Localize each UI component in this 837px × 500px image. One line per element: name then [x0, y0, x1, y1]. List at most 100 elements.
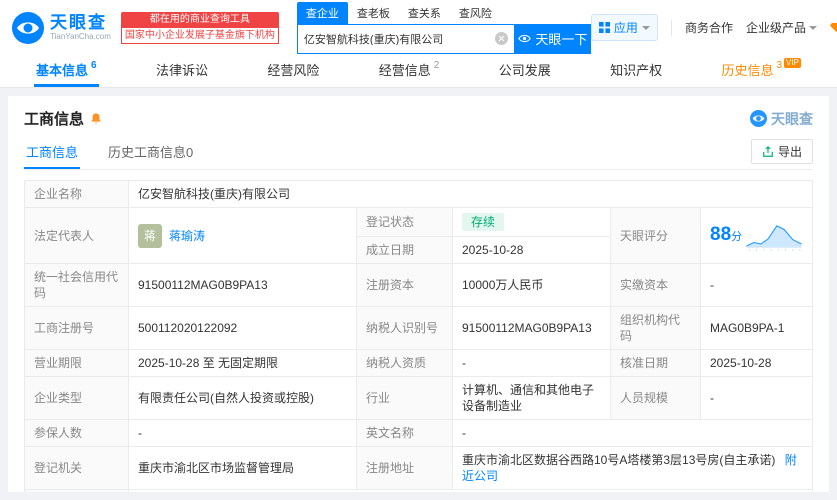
monitor-bell-icon[interactable]	[89, 112, 103, 126]
staff-size-value: -	[700, 376, 813, 420]
export-button[interactable]: 导出	[750, 139, 813, 164]
chevron-down-icon	[808, 25, 817, 34]
open-vip-link[interactable]: 开通会员	[830, 19, 837, 36]
field-label: 核准日期	[610, 349, 701, 377]
insured-count-value: -	[128, 419, 357, 447]
field-label: 参保人数	[24, 419, 129, 447]
logo-subtext: TianYanCha.com	[50, 32, 111, 41]
search-box	[296, 23, 515, 54]
table-row: 企业名称 亿安智航科技(重庆)有限公司	[24, 180, 813, 208]
field-label: 注册地址	[356, 446, 453, 490]
search-tab-boss[interactable]: 查老板	[348, 2, 399, 24]
field-label: 天眼评分	[610, 207, 701, 264]
subtab-count: 0	[186, 145, 194, 160]
field-label: 成立日期	[356, 236, 453, 264]
reg-number-value: 500112020122092	[128, 306, 357, 350]
field-label: 纳税人识别号	[356, 306, 453, 350]
taxpayer-quali-value: -	[452, 349, 611, 377]
tab-label: 经营风险	[267, 63, 320, 78]
watermark-logo-icon	[750, 110, 767, 127]
search-button[interactable]: 天眼一下	[514, 23, 591, 54]
search-button-label: 天眼一下	[535, 32, 588, 47]
promo-banner[interactable]: 都在用的商业查询工具 国家中小企业发展子基金旗下机构	[120, 11, 279, 44]
table-row: 统一社会信用代码 91500112MAG0B9PA13 注册资本 10000万人…	[24, 263, 813, 307]
subtab-business-info[interactable]: 工商信息	[24, 137, 81, 169]
tianyancha-logo-icon	[12, 11, 44, 44]
field-label: 法定代表人	[24, 207, 129, 264]
tab-operation-info[interactable]: 经营信息 2	[377, 55, 442, 87]
tab-count: 6	[91, 60, 97, 71]
tianyancha-logo[interactable]: 天眼查 TianYanCha.com	[12, 11, 111, 44]
score-trend-chart	[746, 224, 802, 250]
company-type-value: 有限责任公司(自然人投资或控股)	[128, 376, 357, 420]
table-row: 企业类型 有限责任公司(自然人投资或控股) 行业 计算机、通信和其他电子设备制造…	[24, 376, 813, 420]
business-info-card: 工商信息 天眼查 工商信息 历史工商信息0 导出 企业名称 亿安智航科技(重庆)…	[8, 96, 829, 492]
tab-intellectual-property[interactable]: 知识产权	[608, 55, 664, 87]
reg-address-value: 重庆市渝北区数据谷西路10号A塔楼第3层13号房(自主承诺)	[462, 453, 776, 467]
field-label: 登记状态	[356, 207, 453, 237]
logo-text: 天眼查	[50, 13, 107, 32]
tab-operation-risk[interactable]: 经营风险	[265, 55, 321, 87]
promo-line1: 都在用的商业查询工具	[120, 11, 279, 27]
field-label: 企业名称	[24, 180, 129, 208]
apps-menu[interactable]: 应用	[590, 14, 658, 41]
legal-rep-link[interactable]: 蒋瑜涛	[169, 228, 205, 244]
vip-diamond-icon	[830, 22, 837, 33]
tab-legal-litigation[interactable]: 法律诉讼	[154, 55, 210, 87]
subtab-label: 历史工商信息	[108, 145, 187, 160]
legal-rep-avatar: 蒋	[138, 223, 162, 248]
promo-line2: 国家中小企业发展子基金旗下机构	[120, 26, 279, 44]
field-label: 工商注册号	[24, 306, 129, 350]
field-label: 人员规模	[610, 376, 701, 420]
business-term-value: 2025-10-28 至 无固定期限	[128, 349, 357, 377]
reg-address-cell: 重庆市渝北区数据谷西路10号A塔楼第3层13号房(自主承诺) 附近公司	[452, 446, 813, 490]
tab-history-info[interactable]: 历史信息 3 VIP	[719, 55, 802, 87]
clear-search-icon[interactable]	[494, 32, 508, 45]
section-title-text: 工商信息	[24, 111, 85, 128]
tab-label: 经营信息	[378, 63, 431, 78]
field-label: 经营范围	[24, 489, 129, 492]
reg-status-cell: 存续	[452, 207, 611, 237]
enterprise-product-label: 企业级产品	[745, 21, 806, 35]
tab-company-development[interactable]: 公司发展	[497, 55, 553, 87]
company-name-value: 亿安智航科技(重庆)有限公司	[128, 180, 813, 208]
tab-count: 3	[776, 60, 783, 71]
search-tab-company[interactable]: 查企业	[296, 1, 348, 24]
search-tab-relation[interactable]: 查关系	[399, 2, 450, 24]
legal-rep-cell: 蒋 蒋瑜涛	[128, 207, 357, 264]
search-area: 查企业 查老板 查关系 查风险 天眼一下	[296, 1, 591, 54]
paid-capital-value: -	[700, 263, 813, 307]
tab-label: 历史信息	[721, 63, 774, 78]
search-input[interactable]	[303, 32, 495, 45]
tab-label: 知识产权	[610, 63, 663, 78]
reg-authority-value: 重庆市渝北区市场监督管理局	[128, 446, 357, 490]
status-badge: 存续	[462, 213, 505, 231]
table-row: 营业期限 2025-10-28 至 无固定期限 纳税人资质 - 核准日期 202…	[24, 349, 813, 377]
field-label: 企业类型	[24, 376, 129, 420]
company-section-tabs: 基本信息 6 法律诉讼 经营风险 经营信息 2 公司发展 知识产权 历史信息 3…	[0, 55, 837, 88]
chevron-down-icon	[641, 25, 650, 34]
industry-value: 计算机、通信和其他电子设备制造业	[452, 376, 611, 420]
tab-basic-info[interactable]: 基本信息 6	[34, 55, 99, 87]
watermark-text: 天眼查	[771, 110, 813, 127]
field-label: 统一社会信用代码	[24, 263, 129, 307]
tianyan-score-cell[interactable]: 88分	[700, 207, 813, 264]
taxpayer-id-value: 91500112MAG0B9PA13	[452, 306, 611, 350]
tab-label: 法律诉讼	[155, 63, 208, 78]
field-label: 英文名称	[356, 419, 453, 447]
business-cooperation-link[interactable]: 商务合作	[685, 19, 733, 36]
tab-label: 公司发展	[498, 63, 551, 78]
export-label: 导出	[777, 145, 802, 159]
field-label: 纳税人资质	[356, 349, 453, 377]
page-content: 工商信息 天眼查 工商信息 历史工商信息0 导出 企业名称 亿安智航科技(重庆)…	[0, 88, 837, 500]
export-icon	[763, 145, 773, 157]
apps-grid-icon	[598, 22, 610, 33]
search-tab-risk[interactable]: 查风险	[450, 2, 501, 24]
field-label: 营业期限	[24, 349, 129, 377]
enterprise-product-link[interactable]: 企业级产品	[746, 19, 817, 36]
field-label: 实缴资本	[610, 263, 701, 307]
apps-label: 应用	[613, 21, 638, 35]
business-scope-value: 一般项目：技术服务、技术开发、技术咨询、技术交流、技术转让、技术推广；航空运输设…	[128, 489, 813, 492]
field-label: 登记机关	[24, 446, 129, 490]
subtab-history-business-info[interactable]: 历史工商信息0	[106, 137, 195, 169]
